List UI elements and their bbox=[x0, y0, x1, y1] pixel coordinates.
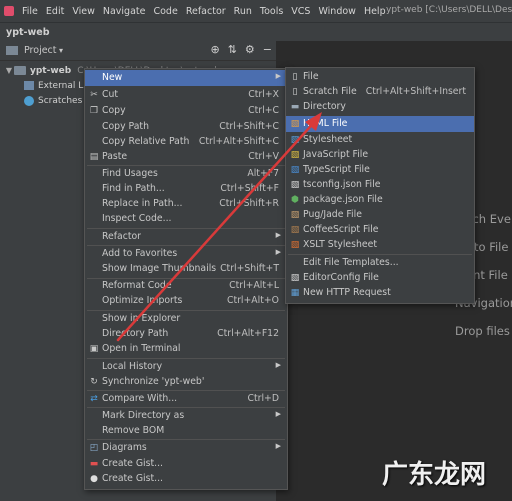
watermark: 广东龙网 bbox=[382, 460, 487, 490]
annotation-arrow bbox=[116, 112, 322, 342]
annotation-arrow-line bbox=[116, 116, 320, 342]
